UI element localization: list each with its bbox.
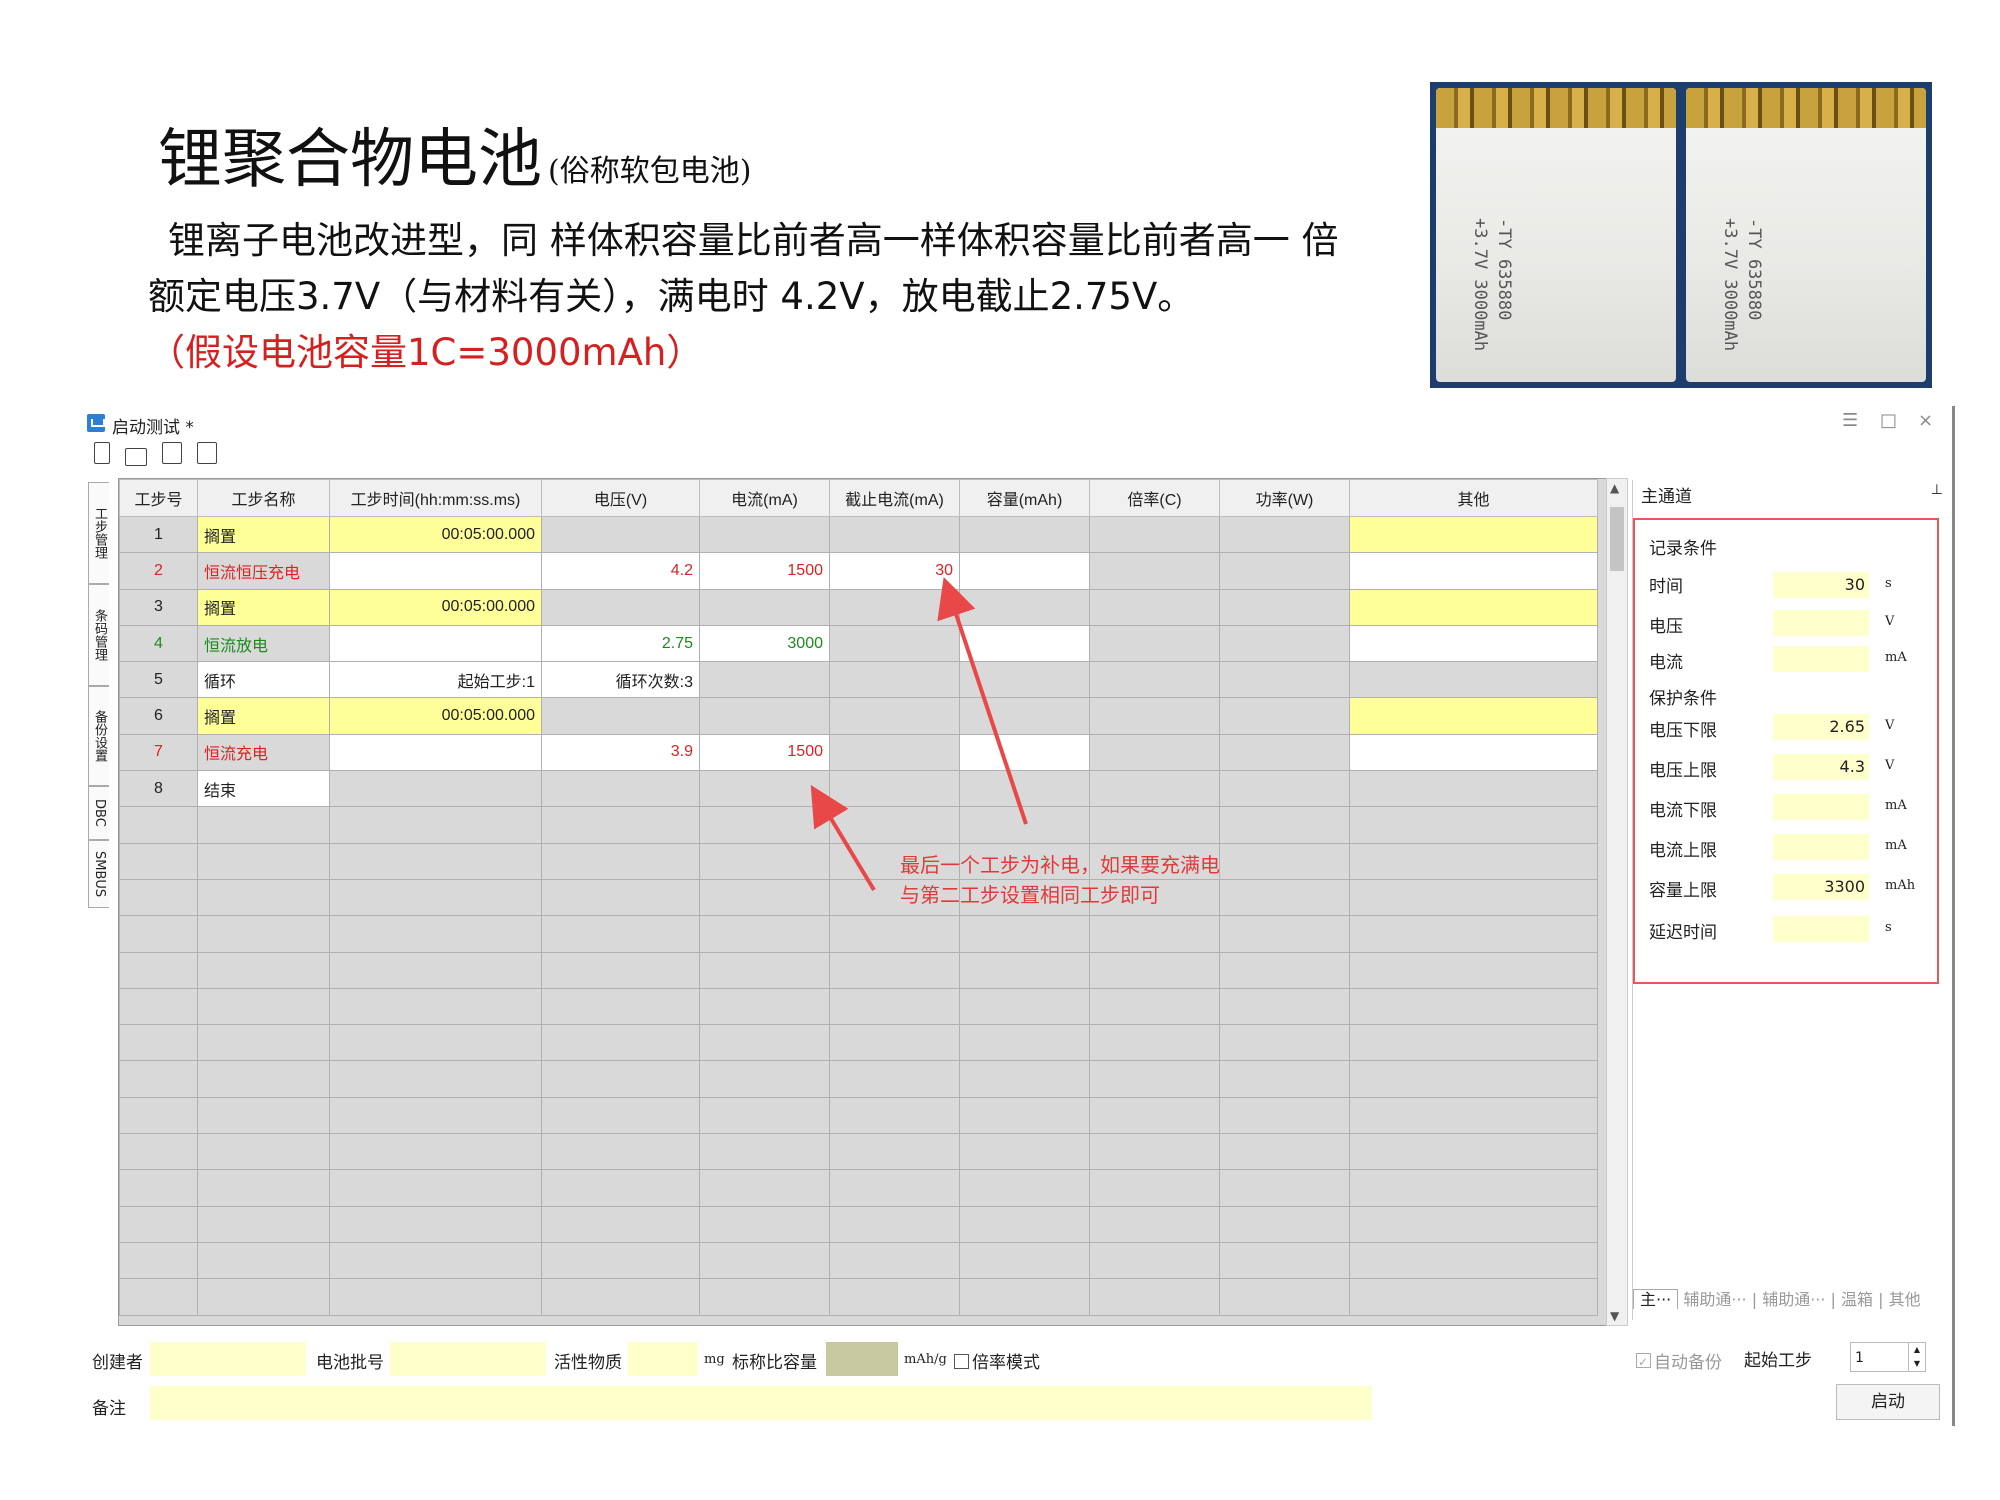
- imin-input[interactable]: [1773, 794, 1869, 820]
- time-unit: s: [1885, 576, 1892, 591]
- imax-unit: mA: [1885, 838, 1907, 853]
- arrow-to-current: [810, 784, 876, 892]
- imax-label: 电流上限: [1649, 841, 1717, 861]
- tab-aux-1[interactable]: 辅助通···: [1683, 1290, 1746, 1309]
- tab-main[interactable]: 主···: [1633, 1289, 1679, 1309]
- delay-input[interactable]: [1773, 916, 1869, 942]
- active-material-input[interactable]: [628, 1342, 698, 1376]
- current-label: 电流: [1649, 653, 1683, 673]
- vmax-unit: V: [1885, 758, 1895, 773]
- cap-label: 容量上限: [1649, 881, 1717, 901]
- vmin-unit: V: [1885, 718, 1895, 733]
- battery-photo: -TY 635880 +3.7V 3000mAh -TY 635880 +3.7…: [1430, 82, 1932, 388]
- pin-icon[interactable]: ⊥: [1931, 482, 1943, 498]
- annotation-arrows: [810, 577, 1028, 892]
- app-window: 启动测试 * ☰ □ × 工步管理 条码管理 备份设置 DBC SMBUS 工步…: [84, 406, 1955, 1426]
- close-icon[interactable]: ×: [1918, 410, 1933, 431]
- checkbox-icon[interactable]: [954, 1354, 969, 1369]
- vmin-label: 电压下限: [1649, 721, 1717, 741]
- time-input[interactable]: 30: [1773, 572, 1869, 598]
- protect-header: 保护条件: [1649, 689, 1717, 709]
- arrow-to-cutoff: [937, 577, 1028, 825]
- desc-line-3: （假设电池容量1C=3000mAh）: [148, 331, 704, 374]
- start-button[interactable]: 启动: [1836, 1384, 1940, 1420]
- start-step-value[interactable]: 1: [1855, 1350, 1864, 1366]
- delay-label: 延迟时间: [1649, 923, 1717, 943]
- channel-panel: 主通道 ⊥ 记录条件 时间 30 s 电压 V 电流 mA 保护条件 电压下限 …: [1632, 480, 1943, 1320]
- active-material-label: 活性物质: [554, 1353, 622, 1373]
- tab-aux-2[interactable]: 辅助通···: [1762, 1290, 1825, 1309]
- menu-icon[interactable]: ☰: [1842, 410, 1858, 431]
- battery-label: -TY 635880 +3.7V 3000mAh: [1720, 218, 1764, 352]
- time-label: 时间: [1649, 577, 1683, 597]
- vmax-label: 电压上限: [1649, 761, 1717, 781]
- batch-label: 电池批号: [316, 1353, 384, 1373]
- spec-capacity-input[interactable]: [826, 1342, 898, 1376]
- maximize-icon[interactable]: □: [1880, 410, 1897, 431]
- batch-input[interactable]: [390, 1342, 546, 1376]
- remark-input[interactable]: [150, 1386, 1372, 1420]
- active-material-unit: mg: [704, 1352, 725, 1367]
- rate-mode-checkbox[interactable]: 倍率模式: [954, 1348, 1040, 1373]
- slide-title-sub: (俗称软包电池): [548, 154, 752, 189]
- spec-capacity-label: 标称比容量: [732, 1353, 817, 1373]
- voltage-input[interactable]: [1773, 610, 1869, 636]
- cap-unit: mAh: [1885, 878, 1916, 893]
- remark-label: 备注: [92, 1399, 126, 1419]
- checkbox-icon[interactable]: [1636, 1353, 1651, 1368]
- creator-label: 创建者: [92, 1353, 143, 1373]
- start-step-label: 起始工步: [1744, 1351, 1812, 1371]
- desc-line-2: 额定电压3.7V（与材料有关），满电时 4.2V，放电截止2.75V。: [148, 275, 1195, 318]
- current-input[interactable]: [1773, 646, 1869, 672]
- cap-input[interactable]: 3300: [1773, 874, 1869, 900]
- record-header: 记录条件: [1649, 539, 1717, 559]
- spec-capacity-unit: mAh/g: [904, 1352, 947, 1367]
- panel-tabs: 主··· 辅助通··· | 辅助通··· | 温箱 | 其他: [1633, 1286, 1921, 1310]
- slide-title: 锂聚合物电池 (俗称软包电池): [158, 123, 752, 197]
- creator-input[interactable]: [150, 1342, 306, 1376]
- desc-line-1: 锂离子电池改进型，同 样体积容量比前者高一样体积容量比前者高一 倍: [168, 219, 1339, 262]
- imax-input[interactable]: [1773, 834, 1869, 860]
- vmax-input[interactable]: 4.3: [1773, 754, 1869, 780]
- panel-title: 主通道: [1641, 487, 1692, 507]
- delay-unit: s: [1885, 920, 1892, 935]
- battery-cell: -TY 635880 +3.7V 3000mAh: [1686, 88, 1926, 382]
- voltage-label: 电压: [1649, 617, 1683, 637]
- stepper-arrows[interactable]: ▲ ▼: [1908, 1343, 1925, 1371]
- current-unit: mA: [1885, 650, 1907, 665]
- imin-unit: mA: [1885, 798, 1907, 813]
- imin-label: 电流下限: [1649, 801, 1717, 821]
- voltage-unit: V: [1885, 614, 1895, 629]
- conditions-box: 记录条件 时间 30 s 电压 V 电流 mA 保护条件 电压下限 2.65 V…: [1633, 518, 1939, 984]
- annotation-text: 最后一个工步为补电，如果要充满电 与第二工步设置相同工步即可: [900, 853, 1220, 907]
- tab-other[interactable]: 其他: [1889, 1290, 1921, 1309]
- vmin-input[interactable]: 2.65: [1773, 714, 1869, 740]
- battery-cell: -TY 635880 +3.7V 3000mAh: [1436, 88, 1676, 382]
- tab-chamber[interactable]: 温箱: [1841, 1290, 1873, 1309]
- auto-backup-checkbox[interactable]: 自动备份: [1636, 1348, 1722, 1373]
- start-step-stepper[interactable]: 1 ▲ ▼: [1850, 1342, 1926, 1372]
- battery-label: -TY 635880 +3.7V 3000mAh: [1470, 218, 1514, 352]
- bottom-form: 创建者 电池批号 活性物质 mg 标称比容量 mAh/g 倍率模式 备注 自动备…: [84, 1334, 1952, 1426]
